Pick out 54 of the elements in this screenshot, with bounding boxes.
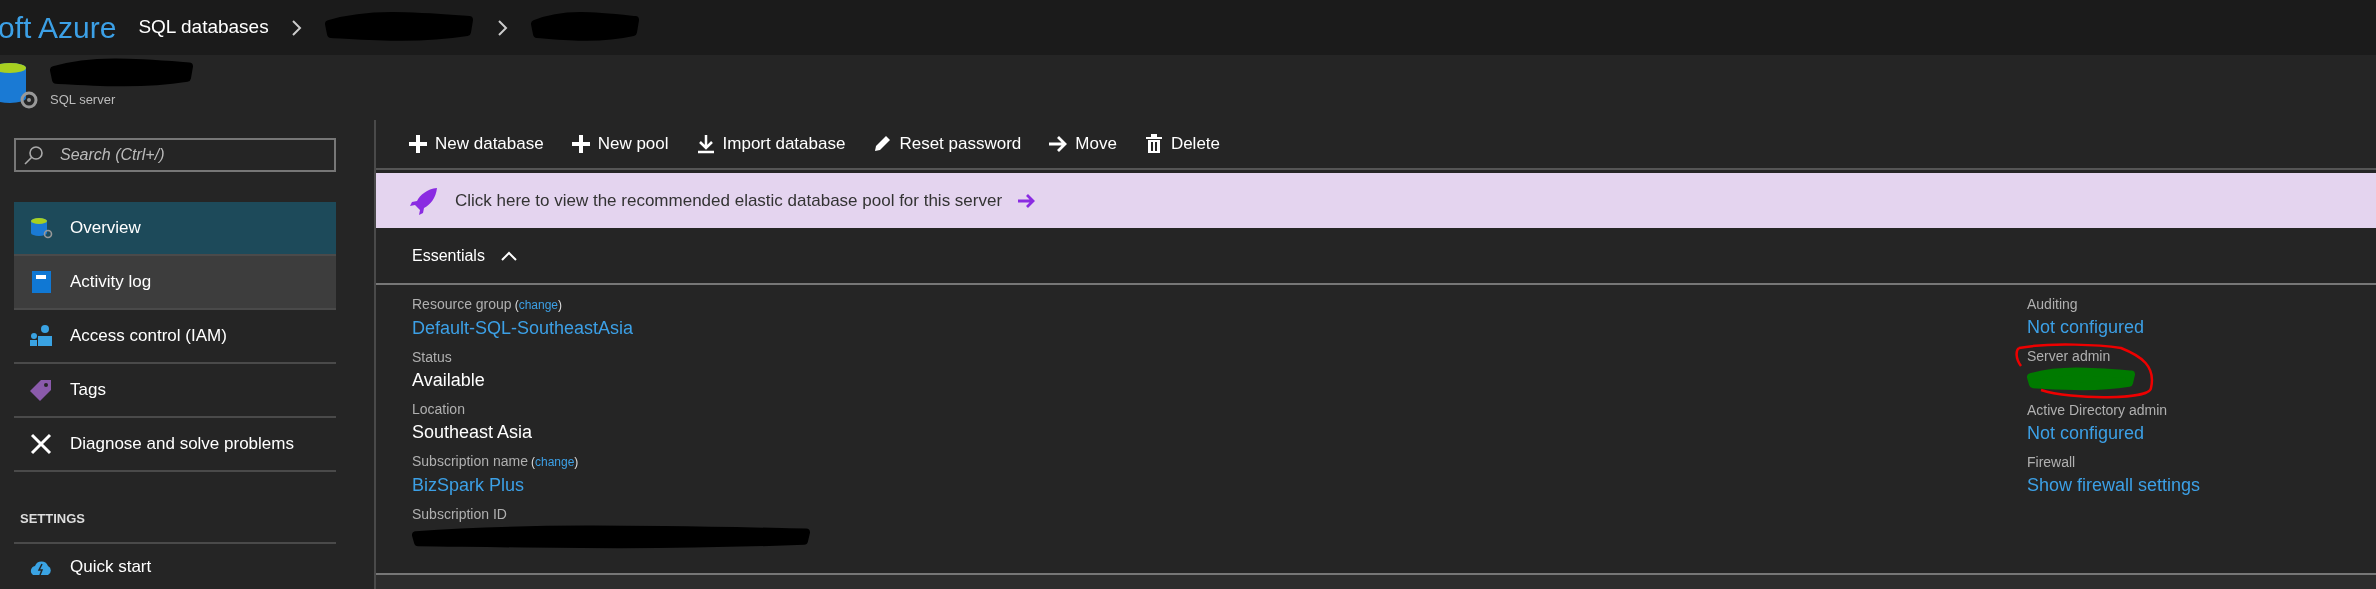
field-label: Resource group	[412, 295, 512, 314]
field-label: Server admin	[2027, 347, 2111, 366]
field-value-link[interactable]: Not configured	[2027, 420, 2376, 446]
people-icon	[29, 324, 53, 348]
arrow-right-icon	[1018, 192, 1037, 209]
field-value: Southeast Asia	[412, 421, 534, 444]
recommendation-banner[interactable]: Click here to view the recommended elastic database pool for this server	[376, 173, 2376, 228]
nav-item[interactable]: Activity log	[14, 256, 336, 310]
section-heading: SETTINGS	[19, 511, 85, 526]
field-value: Available	[412, 369, 486, 392]
field-value-link[interactable]: Show firewall settings	[2027, 472, 2376, 498]
toolbar-button[interactable]: Delete	[1144, 131, 1221, 157]
plus-icon	[571, 134, 590, 154]
search-icon	[24, 145, 44, 165]
change-link[interactable]: (change)	[530, 452, 579, 472]
banner-text: Click here to view the recommended elastic database pool for this server	[455, 189, 1003, 212]
change-link[interactable]: (change)	[514, 295, 562, 315]
field-value-link[interactable]: BizSpark Plus	[412, 472, 812, 498]
toolbar-button[interactable]: New pool	[571, 131, 669, 157]
toolbar-button[interactable]: Import database	[696, 131, 846, 157]
chevron-right-icon	[496, 18, 509, 37]
database-icon	[29, 216, 53, 240]
field-label: Firewall	[2027, 453, 2076, 472]
field-label: Location	[412, 400, 465, 419]
nav-item[interactable]: Quick start	[14, 544, 336, 589]
field-label: Subscription name	[412, 452, 528, 471]
search-field[interactable]: Search (Ctrl+/)	[14, 138, 336, 172]
tag-icon	[29, 378, 53, 402]
plus-icon	[409, 134, 427, 154]
book-icon	[29, 270, 53, 294]
field-label: Active Directory admin	[2027, 401, 2168, 420]
nav-item[interactable]: Tags	[14, 364, 336, 418]
toolbar-button[interactable]: Reset password	[873, 131, 1022, 157]
nav-item[interactable]: Access control (IAM)	[14, 310, 336, 364]
field-label: Status	[412, 348, 452, 367]
resource-type-label: SQL server	[50, 93, 117, 106]
field-value-link[interactable]: Default-SQL-SoutheastAsia	[412, 315, 812, 341]
download-icon	[696, 134, 715, 154]
arrow-right-icon	[1049, 134, 1068, 154]
toolbar-button[interactable]: Move	[1049, 131, 1117, 157]
brand-name[interactable]: oft Azure	[0, 5, 117, 50]
chevron-right-icon	[290, 18, 303, 37]
toolbar-button[interactable]: New database	[409, 131, 544, 157]
nav-item[interactable]: Overview	[14, 202, 336, 256]
trash-icon	[1144, 134, 1163, 154]
essentials-toggle[interactable]: Essentials	[376, 228, 2376, 285]
chevron-up-icon	[500, 250, 517, 261]
nav-item[interactable]: Diagnose and solve problems	[14, 418, 336, 472]
field-label: Subscription ID	[412, 505, 507, 524]
pencil-icon	[873, 134, 892, 154]
breadcrumb-link[interactable]: SQL databases	[138, 13, 269, 42]
rocket-icon	[409, 185, 439, 216]
field-value-link[interactable]: Not configured	[2027, 314, 2376, 340]
field-label: Auditing	[2027, 295, 2078, 314]
